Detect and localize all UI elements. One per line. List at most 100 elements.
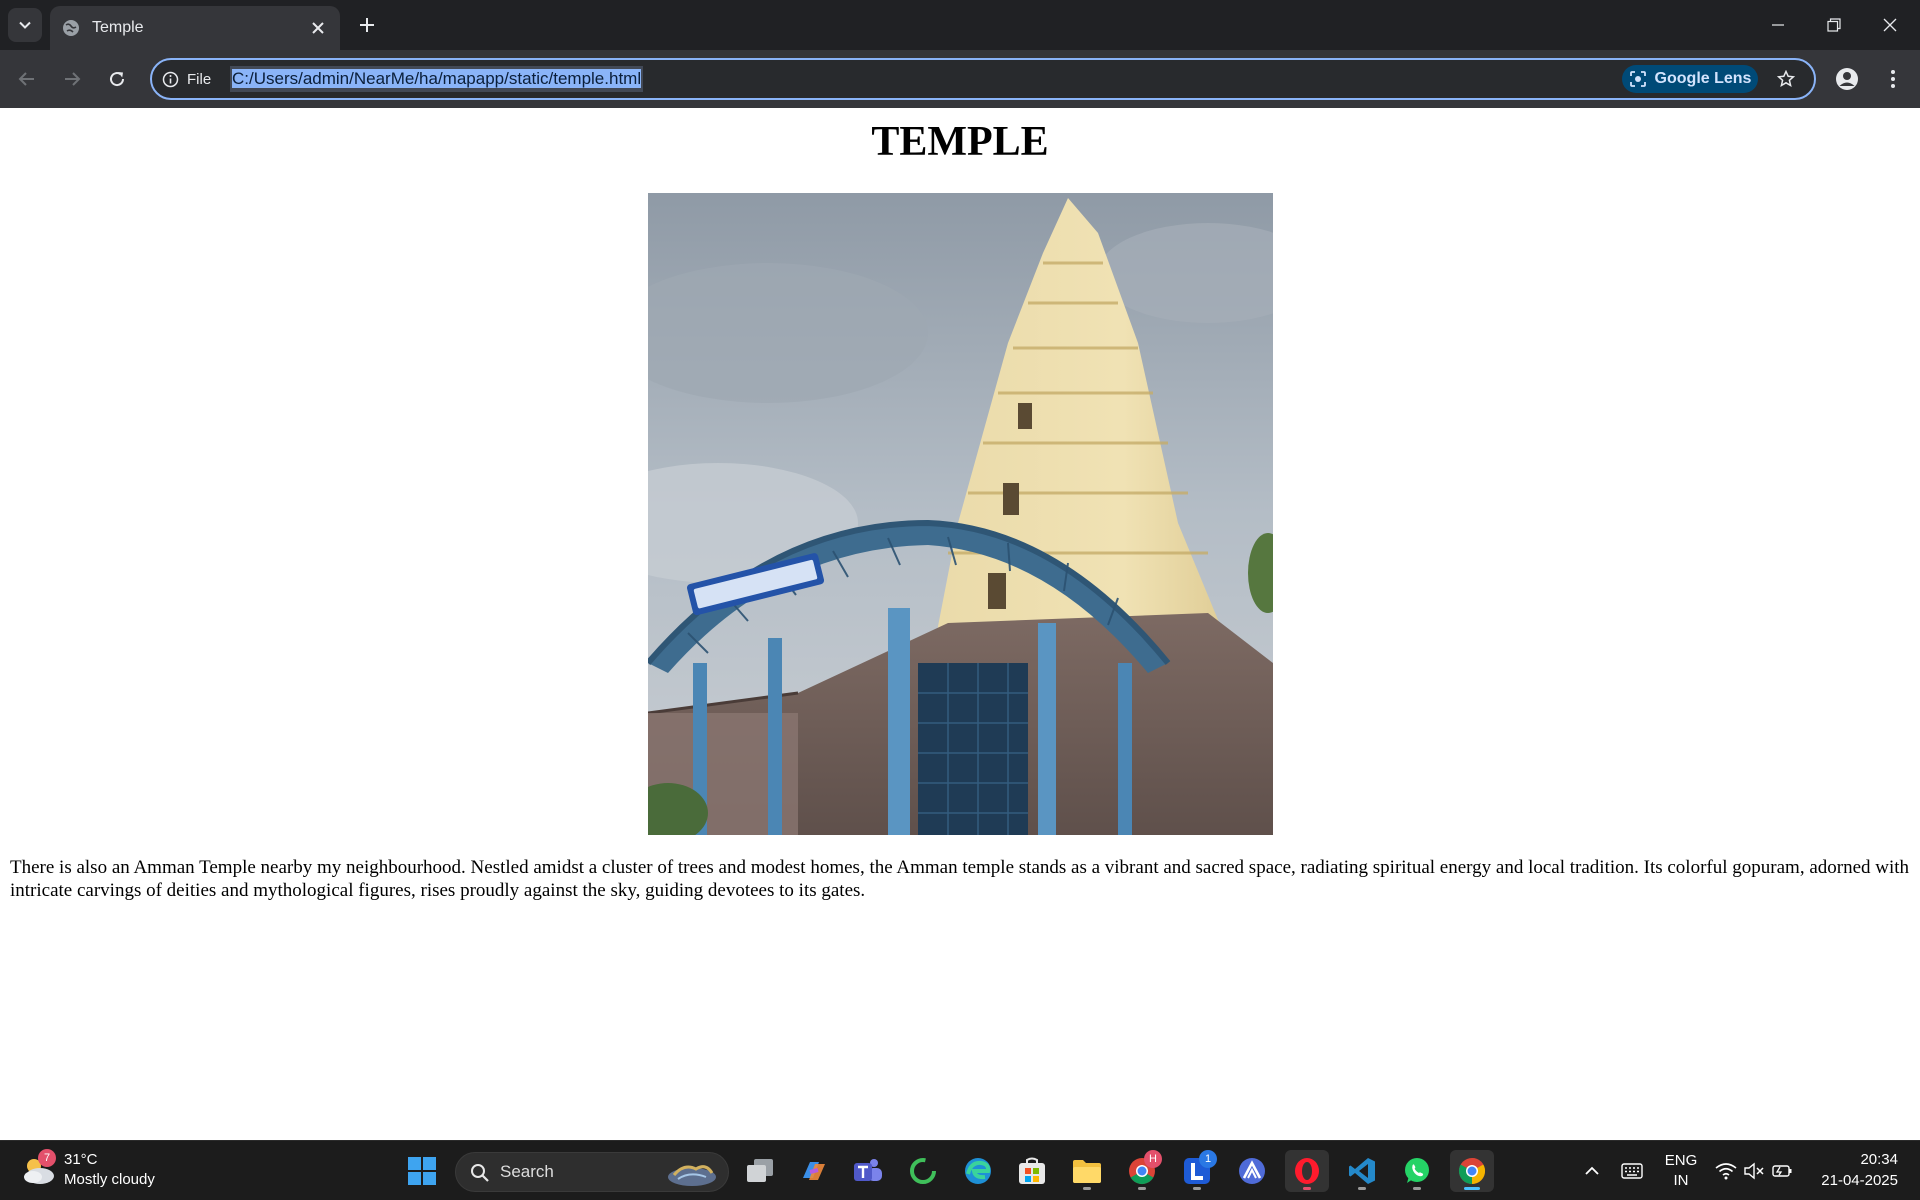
- circular-app[interactable]: [901, 1150, 945, 1192]
- search-icon: [471, 1164, 489, 1182]
- copilot-app[interactable]: [792, 1150, 836, 1192]
- site-scheme-label: File: [187, 70, 212, 88]
- address-bar[interactable]: File C:/Users/admin/NearMe/ha/mapapp/sta…: [150, 58, 1816, 100]
- system-clock[interactable]: 20:34 21-04-2025: [1821, 1149, 1898, 1191]
- language-code: ENG: [1664, 1152, 1698, 1169]
- minimize-button[interactable]: [1750, 0, 1806, 50]
- teams-app[interactable]: [846, 1150, 890, 1192]
- vscode-icon: [1349, 1158, 1375, 1184]
- start-button[interactable]: [400, 1150, 444, 1192]
- keyboard-icon: [1621, 1163, 1643, 1179]
- speaker-muted-icon: [1744, 1162, 1764, 1180]
- page-title: TEMPLE: [871, 119, 1049, 165]
- show-hidden-icons-button[interactable]: [1570, 1150, 1614, 1192]
- site-info-chip[interactable]: File: [162, 67, 211, 91]
- weather-temperature: 31°C: [64, 1151, 98, 1168]
- touch-keyboard-button[interactable]: [1610, 1150, 1654, 1192]
- copilot-icon: [803, 1162, 825, 1180]
- region-code: IN: [1673, 1172, 1689, 1189]
- star-icon: [1777, 70, 1795, 88]
- chrome-profile-app[interactable]: H: [1120, 1150, 1164, 1192]
- running-indicator: [1413, 1187, 1421, 1190]
- browser-menu-button[interactable]: [1875, 61, 1911, 97]
- running-indicator: [1358, 1187, 1366, 1190]
- opera-app[interactable]: [1285, 1150, 1329, 1192]
- back-button[interactable]: [9, 61, 45, 97]
- info-icon: [162, 71, 179, 87]
- more-vert-icon: [1891, 70, 1895, 88]
- arrow-left-icon: [18, 72, 34, 86]
- reload-button[interactable]: [99, 61, 135, 97]
- clock-time: 20:34: [1860, 1151, 1898, 1168]
- person-icon: [1836, 68, 1858, 90]
- tab-temple[interactable]: Temple: [50, 6, 340, 50]
- running-indicator: [1193, 1187, 1201, 1190]
- chevron-up-icon: [1585, 1166, 1599, 1175]
- page-description: There is also an Amman Temple nearby my …: [10, 857, 1910, 901]
- google-lens-button[interactable]: Google Lens: [1622, 65, 1758, 93]
- task-view-icon: [747, 1159, 773, 1182]
- search-highlight-icon: [668, 1165, 716, 1186]
- running-indicator: [1083, 1187, 1091, 1190]
- tab-strip: Temple: [0, 0, 1920, 50]
- file-explorer-app[interactable]: [1065, 1150, 1109, 1192]
- task-view-button[interactable]: [738, 1150, 782, 1192]
- close-window-button[interactable]: [1862, 0, 1918, 50]
- tab-close-button[interactable]: [308, 18, 328, 38]
- camera-icon: [1629, 71, 1646, 87]
- close-icon: [312, 22, 324, 34]
- new-tab-button[interactable]: [350, 8, 384, 42]
- language-indicator[interactable]: ENG IN: [1656, 1151, 1706, 1191]
- whatsapp-icon: [1405, 1158, 1429, 1183]
- ring-icon: [910, 1158, 936, 1184]
- quick-settings-button[interactable]: [1708, 1150, 1800, 1192]
- taskbar-search[interactable]: Search: [455, 1152, 729, 1192]
- tab-search-button[interactable]: [8, 8, 42, 42]
- chrome-profile-badge: H: [1144, 1150, 1162, 1168]
- close-icon: [1883, 18, 1897, 32]
- globe-icon: [63, 20, 79, 36]
- vscode-app[interactable]: [1340, 1150, 1384, 1192]
- store-icon: [1019, 1157, 1045, 1184]
- taskbar: 7 31°C Mostly cloudy Search H 1 ENG IN 2…: [0, 1140, 1920, 1200]
- temple-photo: [648, 193, 1273, 835]
- search-label: Search: [500, 1162, 554, 1181]
- arrow-right-icon: [65, 72, 81, 86]
- l-app[interactable]: 1: [1175, 1150, 1219, 1192]
- active-indicator: [1464, 1187, 1480, 1190]
- chrome-app[interactable]: [1450, 1150, 1494, 1192]
- url-value: C:/Users/admin/NearMe/ha/mapapp/static/t…: [232, 69, 642, 88]
- restore-icon: [1827, 18, 1841, 32]
- clock-date: 21-04-2025: [1821, 1172, 1898, 1189]
- wifi-icon: [1715, 1163, 1737, 1180]
- web-page: TEMPLE There is also an Amman Temple nea…: [0, 108, 1920, 1140]
- running-indicator: [1138, 1187, 1146, 1190]
- profile-button[interactable]: [1829, 61, 1865, 97]
- restore-button[interactable]: [1806, 0, 1862, 50]
- opera-icon: [1295, 1158, 1319, 1184]
- weather-widget[interactable]: 7 31°C Mostly cloudy: [20, 1149, 180, 1193]
- plus-icon: [360, 18, 374, 32]
- whatsapp-app[interactable]: [1395, 1150, 1439, 1192]
- triangle-app[interactable]: [1230, 1150, 1274, 1192]
- windows-logo-icon: [408, 1157, 436, 1185]
- reload-icon: [110, 72, 125, 87]
- browser-toolbar: File C:/Users/admin/NearMe/ha/mapapp/sta…: [0, 50, 1920, 108]
- battery-saver-icon: [1772, 1165, 1792, 1177]
- chevron-down-icon: [19, 21, 31, 29]
- l-app-badge: 1: [1199, 1150, 1217, 1168]
- forward-button[interactable]: [54, 61, 90, 97]
- bookmark-button[interactable]: [1772, 65, 1800, 93]
- edge-icon: [965, 1158, 991, 1184]
- google-lens-label: Google Lens: [1654, 70, 1752, 87]
- edge-app[interactable]: [956, 1150, 1000, 1192]
- triangle-app-icon: [1239, 1158, 1265, 1184]
- chrome-icon: [1458, 1157, 1486, 1185]
- weather-condition: Mostly cloudy: [64, 1171, 155, 1188]
- running-indicator: [1303, 1187, 1311, 1190]
- url-text[interactable]: C:/Users/admin/NearMe/ha/mapapp/static/t…: [230, 66, 644, 92]
- folder-icon: [1073, 1160, 1101, 1183]
- teams-icon: [854, 1159, 882, 1181]
- microsoft-store-app[interactable]: [1010, 1150, 1054, 1192]
- tab-title: Temple: [92, 19, 144, 36]
